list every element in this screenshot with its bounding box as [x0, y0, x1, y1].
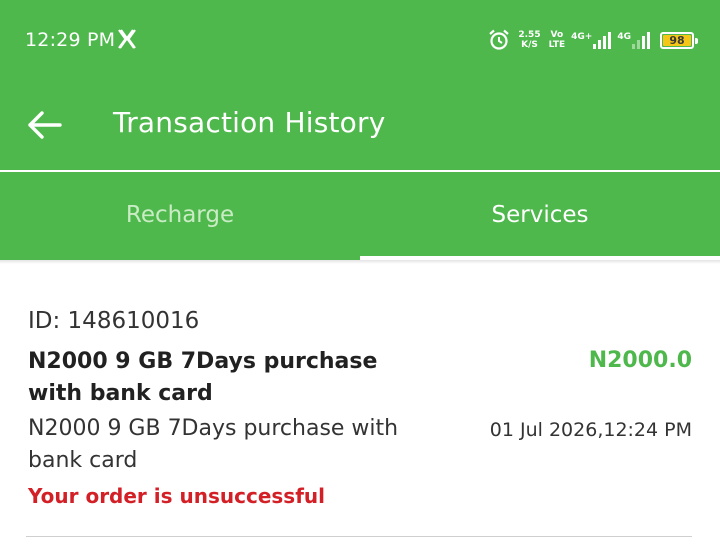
- battery-icon: 98: [660, 31, 698, 49]
- net-speed-unit: K/S: [521, 40, 538, 50]
- page-title: Transaction History: [113, 106, 386, 139]
- net-speed-indicator: 2.55 K/S: [518, 30, 540, 50]
- sim2-network-type: 4G: [617, 31, 631, 42]
- x-icon: [118, 29, 136, 49]
- status-icons: 2.55 K/S Vo LTE 4G+ 4G 98: [488, 27, 698, 53]
- volte-indicator: Vo LTE: [549, 30, 566, 50]
- status-bar: 12:29 PM 2.55 K/S Vo LTE 4G+ 4G 98: [0, 0, 720, 80]
- transaction-status: Your order is unsuccessful: [28, 484, 325, 508]
- sim2-signal-bars: [632, 31, 650, 49]
- transaction-amount: N2000.0: [588, 348, 692, 373]
- tab-services[interactable]: Services: [360, 172, 720, 260]
- tab-recharge[interactable]: Recharge: [0, 172, 360, 260]
- battery-level: 98: [669, 33, 685, 47]
- sim1-signal-icon: 4G+: [571, 31, 612, 49]
- tab-bar: Recharge Services: [0, 172, 720, 260]
- app-bar: 12:29 PM 2.55 K/S Vo LTE 4G+ 4G 98 Trans…: [0, 0, 720, 170]
- tab-recharge-label: Recharge: [125, 202, 235, 228]
- transaction-datetime: 01 Jul 2026,12:24 PM: [489, 419, 692, 441]
- sim1-network-type: 4G+: [571, 31, 593, 42]
- volte-bottom: LTE: [548, 40, 566, 50]
- volte-top: Vo: [550, 30, 564, 40]
- transaction-id: ID: 148610016: [28, 308, 200, 334]
- transaction-description: N2000 9 GB 7Days purchase with bank card: [28, 416, 399, 473]
- back-button[interactable]: [22, 104, 68, 146]
- sim1-signal-bars: [593, 31, 612, 49]
- divider: [26, 536, 692, 537]
- net-speed-value: 2.55: [518, 30, 541, 40]
- sim2-signal-icon: 4G: [617, 31, 650, 49]
- status-time: 12:29 PM: [25, 29, 116, 51]
- arrow-left-icon: [28, 111, 62, 139]
- transaction-title: N2000 9 GB 7Days purchase with bank card: [28, 349, 378, 406]
- tab-services-label: Services: [491, 202, 589, 228]
- alarm-icon: [489, 29, 510, 50]
- transaction-item[interactable]: ID: 148610016 N2000 9 GB 7Days purchase …: [0, 264, 720, 550]
